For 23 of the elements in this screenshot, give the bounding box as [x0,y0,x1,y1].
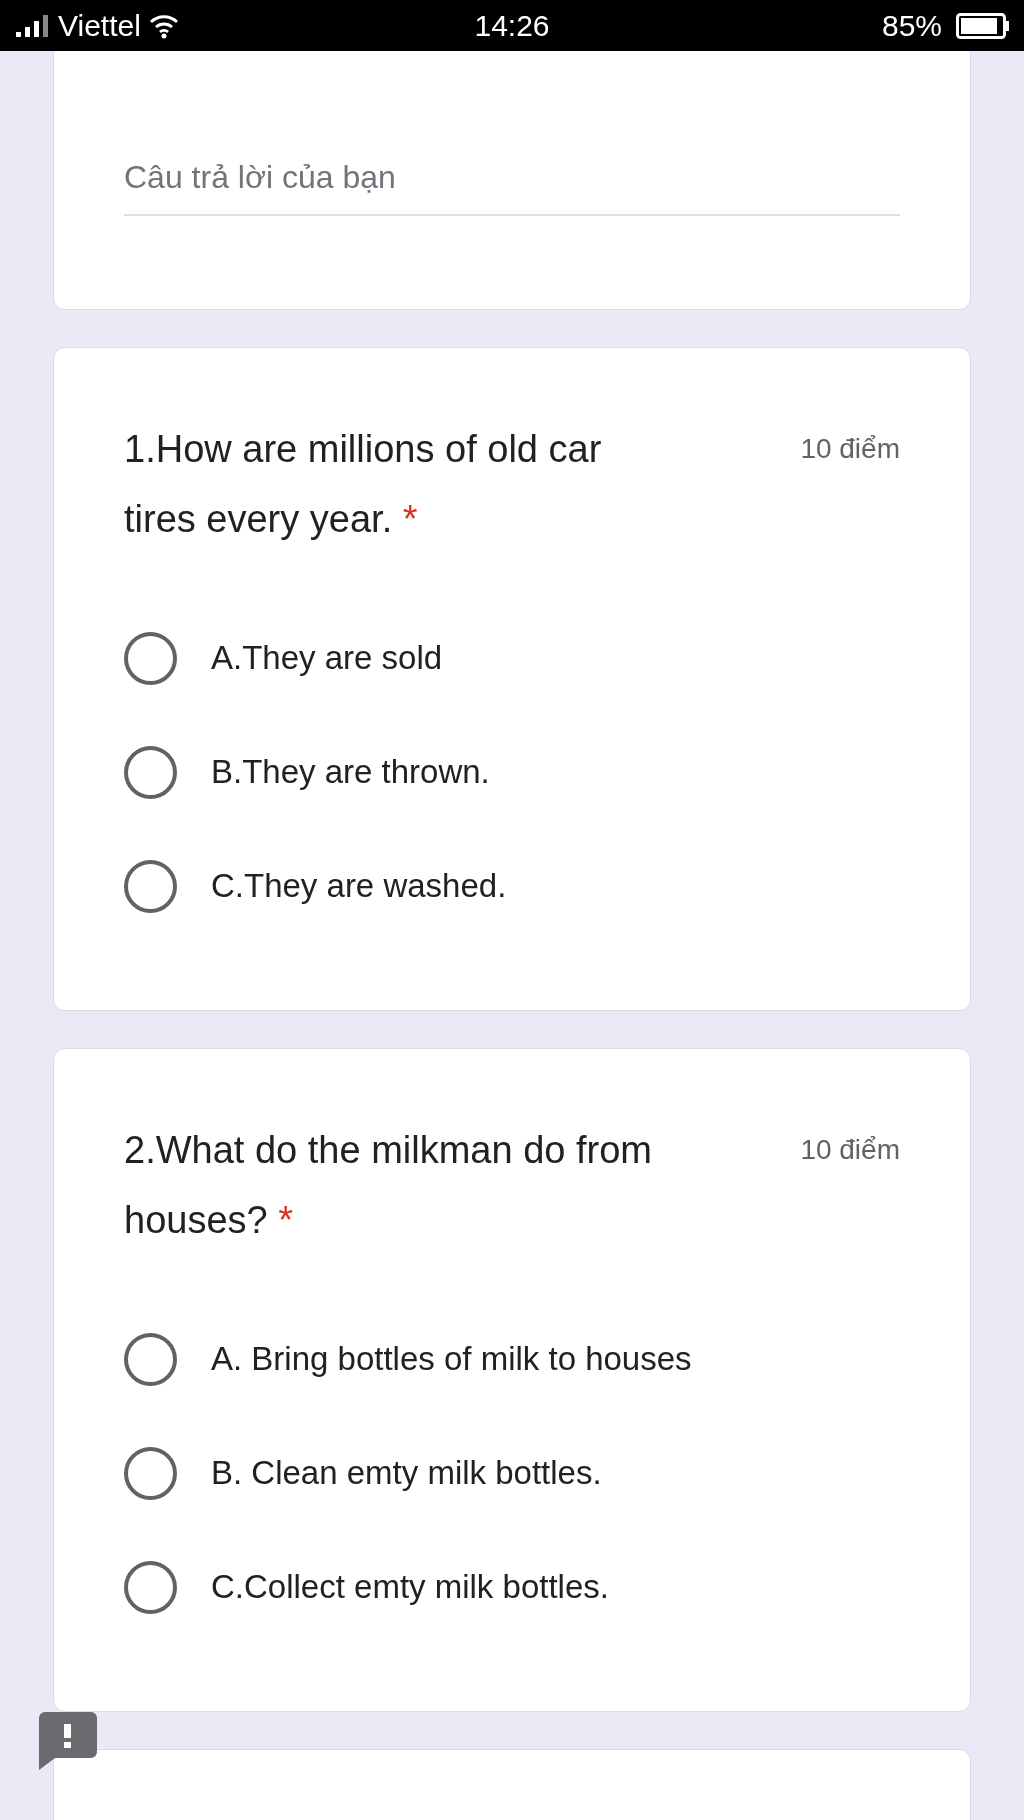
radio-button[interactable] [124,1332,177,1386]
option-label: C.Collect emty milk bottles. [211,1567,609,1608]
radio-button[interactable] [124,631,177,685]
option-label: A.They are sold [211,638,443,679]
battery-percent: 85% [881,8,942,44]
option-label: A. Bring bottles of milk to houses [211,1339,692,1380]
answer-field[interactable]: Câu trả lời của bạn [124,156,900,216]
battery-icon [956,12,1010,39]
points-label: 10 điểm [800,1133,900,1167]
points-label: 10 điểm [800,432,900,466]
option-label: B. Clean emty milk bottles. [211,1453,602,1494]
radio-button[interactable] [124,859,177,913]
option-label: C.They are washed. [211,866,507,907]
radio-button[interactable] [124,1446,177,1500]
feedback-icon[interactable] [39,1712,97,1770]
radio-button[interactable] [124,1560,177,1614]
carrier-name: Viettel [58,8,141,44]
clock-time: 14:26 [474,8,550,44]
radio-button[interactable] [124,745,177,799]
question-title: 1.How are millions of old car tires every year. * [124,427,603,542]
question-title: 2.What do the milkman do from houses? * [124,1128,653,1243]
option-label: B.They are thrown. [211,752,490,793]
wifi-icon [148,12,179,39]
